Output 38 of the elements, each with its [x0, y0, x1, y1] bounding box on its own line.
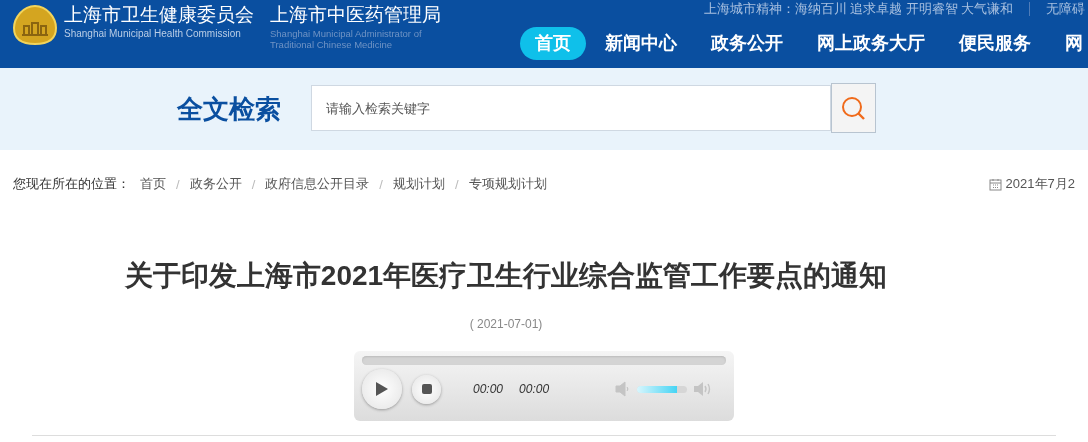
nav-tab[interactable]: 新闻中心	[590, 27, 692, 60]
stop-button[interactable]	[412, 374, 441, 404]
breadcrumb-separator: /	[379, 176, 383, 192]
breadcrumb-link[interactable]: 专项规划计划	[468, 175, 547, 193]
breadcrumb-separator: /	[176, 176, 180, 192]
org-name-english: Shanghai Municipal Health Commission	[64, 28, 242, 39]
search-title: 全文检索	[176, 92, 281, 126]
play-button[interactable]	[362, 369, 402, 409]
article-date: ( 2021-07-01)	[469, 317, 543, 331]
search-field[interactable]: 请输入检索关键字	[310, 85, 831, 131]
search-button[interactable]	[830, 83, 876, 133]
search-icon	[840, 95, 866, 121]
duration-time: 00:00	[519, 382, 550, 396]
publish-date: 2021年7月2	[1005, 175, 1075, 193]
volume-low-icon[interactable]	[615, 381, 632, 397]
nav-tab[interactable]: 网上政务大厅	[802, 27, 940, 60]
current-time: 00:00	[473, 382, 504, 396]
org-name: 上海市卫生健康委员会	[64, 3, 254, 27]
emblem-logo	[12, 4, 58, 46]
calendar-icon	[988, 177, 1002, 191]
breadcrumb-link[interactable]: 规划计划	[392, 175, 445, 193]
breadcrumb-link[interactable]: 首页	[140, 175, 166, 193]
breadcrumb-link[interactable]: 政务公开	[189, 175, 242, 193]
city-motto: 上海城市精神：海纳百川 追求卓越 开明睿智 大气谦和	[703, 0, 1013, 18]
nav-tab[interactable]: 网	[1050, 27, 1088, 60]
org-name: 上海市中医药管理局	[270, 3, 442, 27]
volume-slider[interactable]	[637, 385, 688, 393]
accessibility-link[interactable]: 无障碍	[1046, 0, 1088, 18]
breadcrumb-separator: /	[454, 176, 459, 192]
breadcrumb-link[interactable]: 政府信息公开目录	[265, 175, 370, 193]
nav-tab[interactable]: 政务公开	[696, 27, 798, 60]
stop-icon	[420, 383, 433, 395]
play-icon	[375, 381, 389, 397]
breadcrumb-label: 您现在所在的位置：	[13, 175, 130, 193]
breadcrumb-separator: /	[251, 176, 256, 192]
org-name-english: Shanghai Municipal Administrator of Traditional Chinese Medicine	[270, 28, 423, 50]
nav-tab[interactable]: 便民服务	[944, 27, 1046, 60]
article-title: 关于印发上海市2021年医疗卫生行业综合监管工作要点的通知	[124, 259, 888, 293]
